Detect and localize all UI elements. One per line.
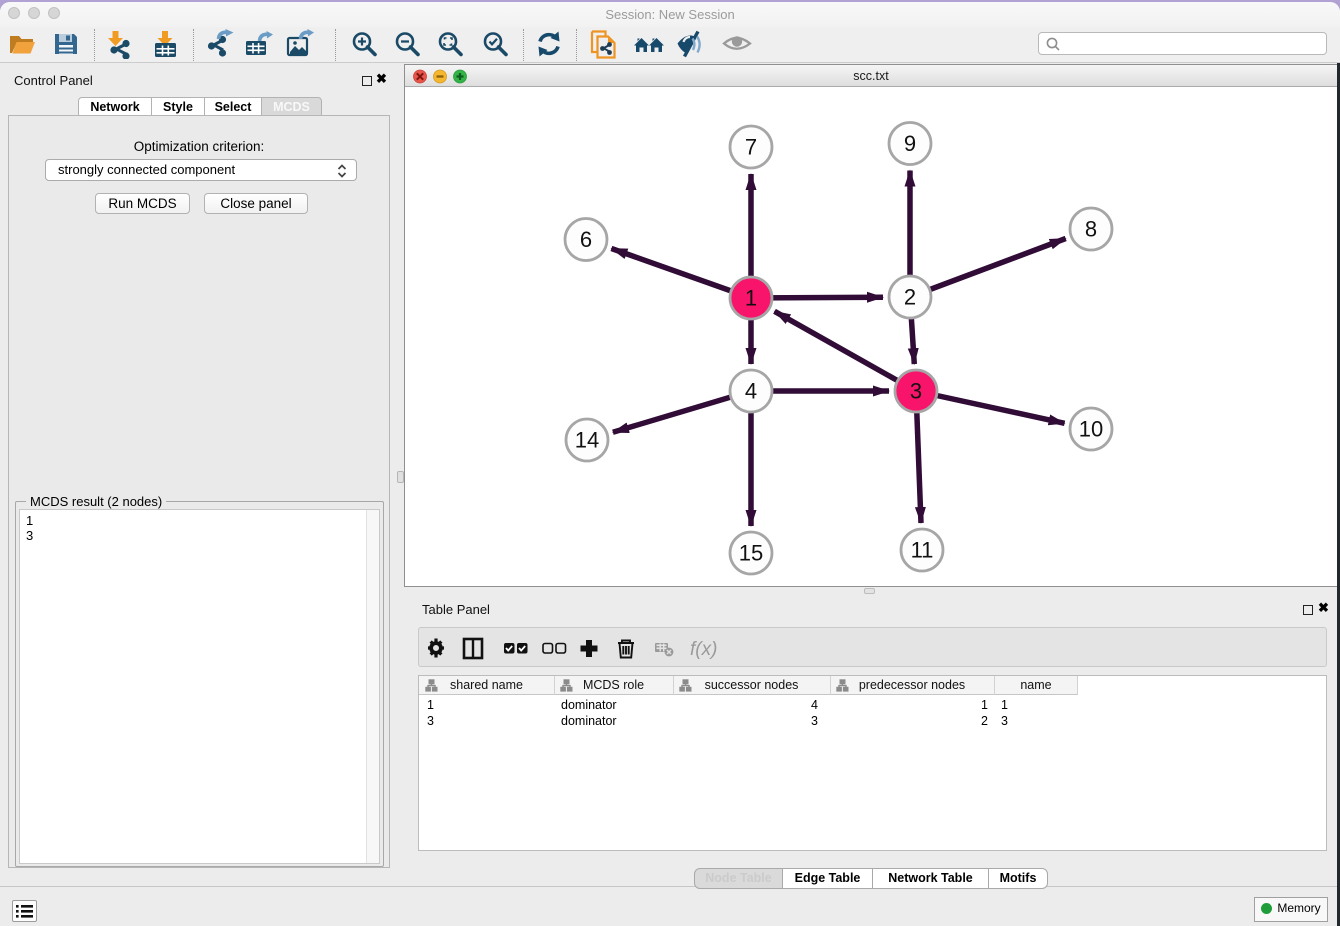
- svg-text:f(x): f(x): [690, 639, 717, 660]
- svg-text:3: 3: [910, 379, 922, 404]
- svg-text:10: 10: [1079, 417, 1103, 442]
- svg-text:4: 4: [745, 379, 757, 404]
- svg-text:11: 11: [911, 538, 934, 563]
- svg-text:14: 14: [575, 428, 599, 453]
- svg-text:9: 9: [904, 131, 916, 156]
- svg-text:1: 1: [745, 286, 757, 311]
- svg-text:15: 15: [739, 541, 763, 566]
- svg-text:7: 7: [745, 135, 757, 160]
- svg-text:2: 2: [904, 285, 916, 310]
- svg-text:8: 8: [1085, 217, 1097, 242]
- svg-text:6: 6: [580, 227, 592, 252]
